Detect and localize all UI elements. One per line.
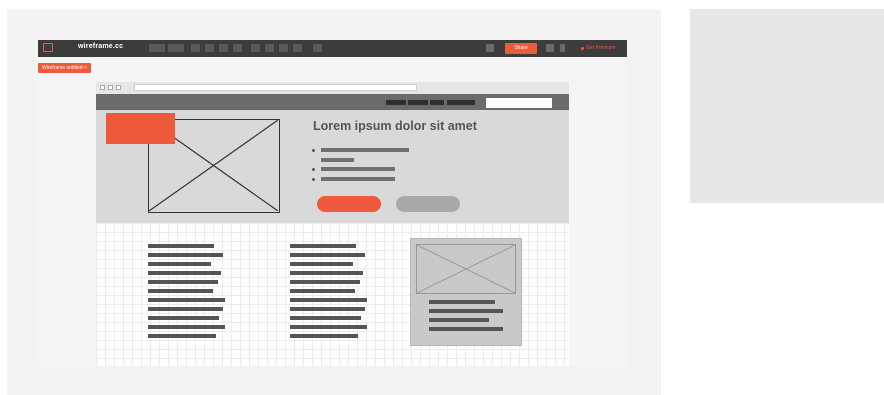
text-line bbox=[148, 298, 225, 302]
text-line bbox=[290, 280, 360, 284]
text-line bbox=[290, 262, 353, 266]
text-line bbox=[290, 271, 363, 275]
text-line bbox=[290, 298, 367, 302]
site-search-box bbox=[486, 98, 552, 108]
sticky-note-icon[interactable] bbox=[293, 44, 302, 52]
user-icon[interactable] bbox=[546, 44, 554, 52]
side-placeholder-panel bbox=[690, 9, 884, 203]
top-toolbar: wireframe.cc Share Get Premium bbox=[38, 40, 627, 57]
page-tab[interactable]: Wireframe untitled × bbox=[38, 63, 91, 73]
nav-link bbox=[430, 100, 444, 105]
settings-icon[interactable] bbox=[486, 44, 494, 52]
browser-tool-icon[interactable] bbox=[313, 44, 322, 52]
text-line bbox=[321, 148, 409, 152]
hero-title: Lorem ipsum dolor sit amet bbox=[313, 119, 477, 133]
text-line bbox=[148, 253, 223, 257]
get-premium-link[interactable]: Get Premium bbox=[586, 45, 615, 51]
text-line bbox=[429, 309, 503, 313]
text-line bbox=[429, 327, 503, 331]
text-line bbox=[429, 318, 489, 322]
image-tool-icon[interactable] bbox=[251, 44, 260, 52]
text-line bbox=[290, 334, 358, 338]
redo-icon[interactable] bbox=[168, 44, 184, 52]
list-bullet bbox=[312, 178, 315, 181]
nav-link bbox=[447, 100, 475, 105]
hero-primary-button bbox=[317, 196, 381, 212]
content-card bbox=[410, 238, 522, 346]
text-line bbox=[148, 307, 223, 311]
image-placeholder-icon bbox=[416, 244, 516, 294]
wireframe-app: wireframe.cc Share Get Premium Wireframe… bbox=[38, 40, 627, 366]
content-grid bbox=[96, 223, 569, 366]
app-brand: wireframe.cc bbox=[78, 43, 124, 50]
text-line bbox=[290, 253, 365, 257]
text-line bbox=[290, 289, 355, 293]
menu-icon[interactable] bbox=[560, 44, 565, 52]
list-tool-icon[interactable] bbox=[279, 44, 288, 52]
text-line bbox=[290, 316, 361, 320]
line-tool-icon[interactable] bbox=[205, 44, 214, 52]
text-line bbox=[148, 244, 214, 248]
browser-forward-icon bbox=[108, 85, 113, 90]
hero-secondary-button bbox=[396, 196, 460, 212]
text-line bbox=[148, 271, 221, 275]
list-bullet bbox=[312, 149, 315, 152]
icon-tool-icon[interactable] bbox=[265, 44, 274, 52]
text-line bbox=[321, 158, 354, 162]
site-nav-bar bbox=[96, 94, 569, 110]
browser-chrome bbox=[96, 82, 569, 94]
text-line bbox=[429, 300, 495, 304]
text-line bbox=[148, 316, 219, 320]
text-line bbox=[148, 334, 216, 338]
wireframe-logo-icon[interactable] bbox=[43, 43, 53, 52]
browser-reload-icon bbox=[116, 85, 121, 90]
browser-url-bar bbox=[134, 84, 417, 91]
browser-back-icon bbox=[100, 85, 105, 90]
text-line bbox=[290, 244, 356, 248]
text-line bbox=[148, 262, 211, 266]
undo-icon[interactable] bbox=[149, 44, 165, 52]
paragraph-tool-icon[interactable] bbox=[233, 44, 242, 52]
text-line bbox=[290, 307, 365, 311]
share-button[interactable]: Share bbox=[505, 43, 537, 54]
list-bullet bbox=[312, 168, 315, 171]
text-line bbox=[148, 325, 225, 329]
box-tool-icon[interactable] bbox=[191, 44, 200, 52]
nav-link bbox=[408, 100, 428, 105]
text-line bbox=[321, 167, 395, 171]
text-line bbox=[321, 177, 395, 181]
hero-section: Lorem ipsum dolor sit amet bbox=[96, 110, 569, 223]
premium-dot-icon bbox=[581, 47, 584, 50]
text-line bbox=[148, 280, 218, 284]
text-line bbox=[148, 289, 213, 293]
wireframe-canvas-browser: Lorem ipsum dolor sit amet bbox=[96, 82, 569, 366]
hero-red-badge bbox=[106, 113, 175, 144]
nav-link bbox=[386, 100, 406, 105]
text-tool-icon[interactable] bbox=[219, 44, 228, 52]
text-line bbox=[290, 325, 367, 329]
